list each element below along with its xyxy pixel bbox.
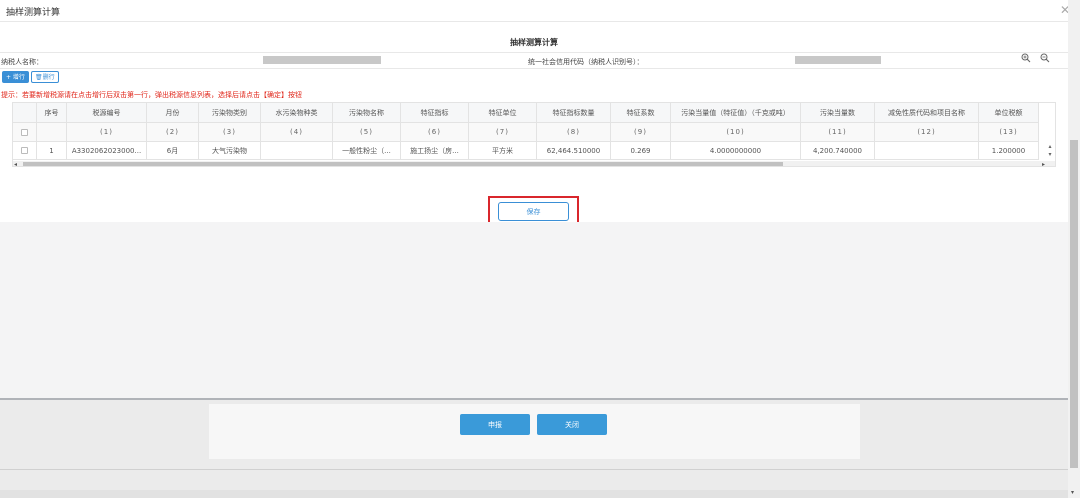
hint-text: 提示：若要新增税源请在点击增行后双击第一行，弹出税源信息列表，选择后请点击【确定… <box>1 91 302 99</box>
select-all-header <box>13 103 37 122</box>
column-header: 特征指标数量 <box>537 103 611 122</box>
table-cell[interactable]: 大气污染物 <box>199 142 261 159</box>
footer-area: 申报 关闭 <box>0 400 1068 498</box>
credit-code-redacted <box>795 56 881 64</box>
add-row-button[interactable]: + 增行 <box>2 71 29 83</box>
table-cell[interactable]: 62,464.510000 <box>537 142 611 159</box>
footer-strip <box>0 490 1068 498</box>
column-number: (2) <box>147 123 199 141</box>
column-number: (6) <box>401 123 469 141</box>
column-number: (3) <box>199 123 261 141</box>
column-header: 污染当量数 <box>801 103 875 122</box>
taxpayer-name-label: 纳税人名称： <box>1 58 43 66</box>
delete-row-label: 删行 <box>42 74 55 81</box>
select-all-checkbox-cell[interactable] <box>13 123 37 141</box>
close-button[interactable]: 关闭 <box>537 414 607 435</box>
window-titlebar: 抽样测算计算 ✕ <box>0 0 1080 22</box>
vertical-scrollbar[interactable]: ▾ <box>1068 0 1080 498</box>
horizontal-scroll-thumb[interactable] <box>23 162 783 166</box>
table-header-row: 序号 税源编号 月份 污染物类别 水污染物种类 污染物名称 特征指标 特征单位 … <box>13 103 1039 123</box>
column-number: (5) <box>333 123 401 141</box>
column-header: 污染物名称 <box>333 103 401 122</box>
column-header: 单位税额 <box>979 103 1039 122</box>
column-number <box>37 123 67 141</box>
table-cell[interactable]: 0.269 <box>611 142 671 159</box>
column-header: 污染当量值（特征值）（千克或吨） <box>671 103 801 122</box>
table-row[interactable]: 1 A3302062023000... 6月 大气污染物 一般性粉尘（... 施… <box>13 142 1039 160</box>
column-header: 污染物类别 <box>199 103 261 122</box>
tax-source-table: 序号 税源编号 月份 污染物类别 水污染物种类 污染物名称 特征指标 特征单位 … <box>12 102 1056 167</box>
vertical-scroll-thumb[interactable] <box>1070 140 1078 468</box>
column-header: 特征系数 <box>611 103 671 122</box>
table-cell[interactable]: 6月 <box>147 142 199 159</box>
column-header: 序号 <box>37 103 67 122</box>
select-all-checkbox[interactable] <box>21 128 28 136</box>
row-checkbox-cell[interactable] <box>13 142 37 159</box>
horizontal-scrollbar[interactable]: ◂ ▸ <box>13 161 1055 166</box>
column-number: (10) <box>671 123 801 141</box>
number-stepper-icon[interactable]: ▴ ▾ <box>1045 143 1055 160</box>
table-cell[interactable]: A3302062023000... <box>67 142 147 159</box>
column-number: (9) <box>611 123 671 141</box>
credit-code-label: 统一社会信用代码（纳税人识别号）： <box>528 58 644 66</box>
taxpayer-info-row: 纳税人名称： 统一社会信用代码（纳税人识别号）： <box>0 52 1068 69</box>
scroll-down-icon[interactable]: ▾ <box>1071 489 1074 496</box>
table-cell[interactable]: 一般性粉尘（... <box>333 142 401 159</box>
column-number: (7) <box>469 123 537 141</box>
table-toolbar: + 增行 🗑删行 <box>2 71 61 85</box>
row-checkbox[interactable] <box>21 147 28 154</box>
table-cell[interactable]: 平方米 <box>469 142 537 159</box>
table-cell[interactable] <box>261 142 333 159</box>
column-header: 月份 <box>147 103 199 122</box>
table-cell[interactable]: 4,200.740000 <box>801 142 875 159</box>
column-header: 特征单位 <box>469 103 537 122</box>
column-number: (13) <box>979 123 1039 141</box>
column-number: (11) <box>801 123 875 141</box>
column-number: (12) <box>875 123 979 141</box>
column-number: (8) <box>537 123 611 141</box>
form-panel: 抽样测算计算 纳税人名称： 统一社会信用代码（纳税人识别号）： + 增行 🗑删行 … <box>0 22 1068 228</box>
column-header: 特征指标 <box>401 103 469 122</box>
column-number: (1) <box>67 123 147 141</box>
trash-icon: 🗑 <box>34 74 43 81</box>
modal-backdrop <box>0 222 1068 399</box>
form-title: 抽样测算计算 <box>510 38 558 47</box>
column-header: 水污染物种类 <box>261 103 333 122</box>
column-header: 税源编号 <box>67 103 147 122</box>
declare-button[interactable]: 申报 <box>460 414 530 435</box>
table-number-row: (1) (2) (3) (4) (5) (6) (7) (8) (9) (10)… <box>13 123 1039 142</box>
scroll-left-icon[interactable]: ◂ <box>14 161 17 166</box>
zoom-in-icon[interactable] <box>1021 53 1031 66</box>
taxpayer-name-redacted <box>263 56 381 64</box>
table-cell[interactable]: 4.0000000000 <box>671 142 801 159</box>
scroll-right-icon[interactable]: ▸ <box>1042 161 1045 166</box>
save-button[interactable]: 保存 <box>498 202 569 221</box>
zoom-out-icon[interactable] <box>1040 53 1050 66</box>
table-cell[interactable]: 1 <box>37 142 67 159</box>
footer-divider <box>0 469 1068 470</box>
column-header: 减免性质代码和项目名称 <box>875 103 979 122</box>
column-number: (4) <box>261 123 333 141</box>
footer-panel: 申报 关闭 <box>209 404 860 459</box>
window-title: 抽样测算计算 <box>6 8 61 18</box>
table-cell[interactable]: 施工扬尘（房... <box>401 142 469 159</box>
delete-row-button[interactable]: 🗑删行 <box>30 71 59 83</box>
table-cell[interactable]: 1.200000 <box>979 142 1039 159</box>
table-cell[interactable] <box>875 142 979 159</box>
